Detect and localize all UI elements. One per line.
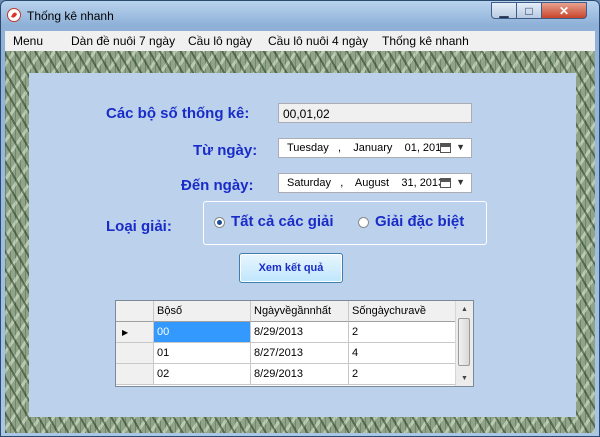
minimize-icon: ▁: [499, 3, 509, 18]
radio-all-prizes-label[interactable]: Tất cả các giải: [231, 213, 334, 230]
menu-item-thong-ke[interactable]: Thống kê nhanh: [382, 34, 469, 48]
close-button[interactable]: ✕: [541, 2, 587, 19]
chevron-down-icon: ▼: [456, 177, 465, 187]
column-header[interactable]: Sốngàychưavề: [349, 301, 457, 322]
from-date-picker[interactable]: Tuesday , January 01, 2013 ▼: [278, 138, 472, 158]
from-date-value: Tuesday , January 01, 2013: [287, 142, 448, 154]
table-cell[interactable]: 4: [349, 343, 457, 364]
to-date-label: Đến ngày:: [181, 177, 254, 194]
scroll-up-icon[interactable]: ▲: [456, 301, 473, 317]
radio-special-prize[interactable]: [358, 217, 369, 228]
minimize-button[interactable]: ▁: [491, 2, 517, 19]
from-date-label: Từ ngày:: [193, 142, 258, 159]
app-icon: [7, 8, 21, 22]
vertical-scrollbar[interactable]: ▲ ▼: [455, 301, 473, 386]
row-header-corner: [116, 301, 154, 322]
prize-type-group: Tất cả các giải Giải đặc biệt: [203, 201, 487, 245]
menu-item-cau-lo-ngay[interactable]: Cầu lô ngày: [188, 34, 252, 48]
table-cell[interactable]: 2: [349, 322, 457, 343]
close-icon: ✕: [558, 3, 570, 18]
radio-special-prize-label[interactable]: Giải đặc biệt: [375, 213, 464, 230]
to-date-picker[interactable]: Saturday , August 31, 2013 ▼: [278, 173, 472, 193]
column-header[interactable]: Ngàyvềgầnnhất: [251, 301, 349, 322]
view-results-button[interactable]: Xem kết quả: [239, 253, 343, 283]
row-header[interactable]: [116, 364, 154, 385]
table-cell[interactable]: 01: [154, 343, 251, 364]
column-header[interactable]: Bộsố: [154, 301, 251, 322]
scroll-down-icon[interactable]: ▼: [456, 370, 473, 386]
calendar-icon: [440, 143, 451, 153]
radio-all-prizes[interactable]: [214, 217, 225, 228]
maximize-icon: □: [525, 3, 533, 18]
numbers-input[interactable]: 00,01,02: [278, 103, 472, 123]
row-header[interactable]: ▶: [116, 322, 154, 343]
title-bar[interactable]: Thống kê nhanh ▁ □ ✕: [1, 1, 599, 29]
table-cell[interactable]: 8/29/2013: [251, 364, 349, 385]
table-cell[interactable]: 00: [154, 322, 251, 343]
app-window: Thống kê nhanh ▁ □ ✕ Menu Dàn đề nuôi 7 …: [0, 0, 600, 437]
prize-type-label: Loại giải:: [106, 218, 172, 235]
numbers-label: Các bộ số thống kê:: [106, 105, 250, 122]
menu-item-cau-lo-nuoi[interactable]: Cầu lô nuôi 4 ngày: [268, 34, 368, 48]
current-row-marker-icon: ▶: [122, 328, 129, 337]
to-date-value: Saturday , August 31, 2013: [287, 177, 445, 189]
row-header[interactable]: [116, 343, 154, 364]
table-cell[interactable]: 02: [154, 364, 251, 385]
scroll-thumb[interactable]: [458, 318, 470, 366]
calendar-icon: [440, 178, 451, 188]
window-title: Thống kê nhanh: [27, 9, 114, 23]
chevron-down-icon: ▼: [456, 142, 465, 152]
menu-bar: Menu Dàn đề nuôi 7 ngày Cầu lô ngày Cầu …: [5, 31, 595, 51]
maximize-button[interactable]: □: [516, 2, 542, 19]
menu-item-menu[interactable]: Menu: [13, 34, 43, 48]
table-cell[interactable]: 8/27/2013: [251, 343, 349, 364]
menu-item-dan-de[interactable]: Dàn đề nuôi 7 ngày: [71, 34, 175, 48]
table-cell[interactable]: 2: [349, 364, 457, 385]
results-table: Bộsố Ngàyvềgầnnhất Sốngàychưavề ▶ 00 8/2…: [115, 300, 474, 387]
table-cell[interactable]: 8/29/2013: [251, 322, 349, 343]
